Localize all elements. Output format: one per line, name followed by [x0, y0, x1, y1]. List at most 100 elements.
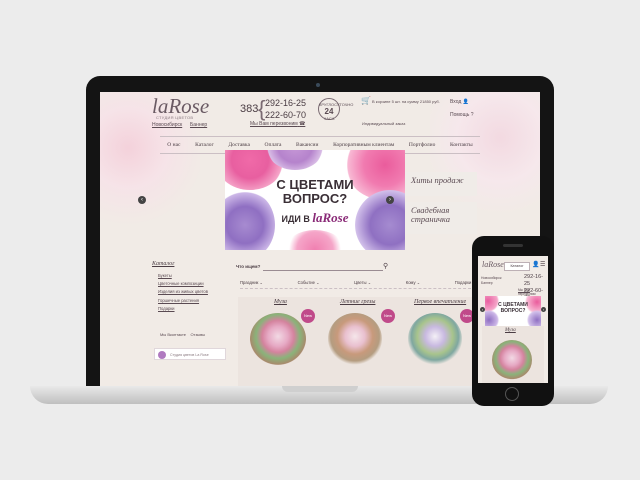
filter-label: Событие — [297, 280, 315, 285]
studio-avatar — [158, 351, 166, 359]
phone-2[interactable]: 222-60-70 — [265, 109, 306, 121]
personal-order-link[interactable]: Индивидуальный заказ — [362, 121, 405, 126]
mobile-call-label[interactable]: Баннер — [481, 281, 501, 286]
help-link[interactable]: Помощь ? — [450, 112, 473, 118]
help-label: Помощь — [450, 112, 470, 118]
chevron-down-icon: ⌄ — [258, 280, 264, 285]
filter-dropdown[interactable]: Событие ⌄ — [298, 280, 320, 285]
user-icon: 👤 — [462, 99, 469, 105]
banner-sub-text: ИДИ В — [281, 214, 310, 224]
mobile-banner[interactable]: С ЦВЕТАМИ ВОПРОС? — [485, 296, 541, 326]
catalog-item[interactable]: Изделия из живых цветов — [158, 288, 208, 296]
phone-code: 383 — [240, 103, 259, 115]
vk-link[interactable]: Мы Вконтакте — [160, 332, 186, 337]
catalog-item[interactable]: Подарки — [158, 305, 208, 313]
search-icon[interactable]: ⚲ — [383, 262, 388, 270]
nav-item[interactable]: Корпоративным клиентам — [333, 142, 394, 148]
bouquet-image-1[interactable] — [250, 313, 306, 365]
filter-label: Цветы — [354, 280, 367, 285]
filter-label: Подарки — [454, 280, 472, 285]
product-grid: Муза Летние грезы Первое впечатление New… — [238, 297, 478, 386]
nav-item[interactable]: Портфолио — [409, 142, 435, 148]
search-label: Что ищем? — [236, 264, 261, 269]
mobile-user-icon[interactable]: 👤 — [532, 261, 539, 268]
catalog-heading[interactable]: Каталог — [152, 261, 174, 267]
nav-item[interactable]: Оплата — [265, 142, 282, 148]
laptop-notch — [282, 386, 358, 392]
cart-summary[interactable]: В корзине 5 шт. на сумму 21850 руб. — [372, 99, 462, 104]
flower-decoration — [285, 230, 345, 250]
new-badge-1: New — [301, 309, 315, 323]
phone-1[interactable]: 292-16-25 — [265, 97, 306, 109]
catalog-list: Букеты Цветочные композиции Изделия из жив… — [158, 272, 208, 313]
mobile-catalog-button[interactable]: Каталог — [504, 262, 530, 271]
search-input[interactable] — [263, 270, 383, 271]
catalog-item[interactable]: Цветочные композиции — [158, 280, 208, 288]
chevron-down-icon: ⌄ — [366, 280, 372, 285]
bouquet-image-2[interactable] — [328, 313, 382, 365]
banner-title-line-2: ВОПРОС? — [282, 191, 348, 206]
hours-number: 24 — [324, 107, 334, 116]
banner-next-arrow[interactable]: › — [386, 196, 394, 204]
city-selector[interactable]: Новосибирск — [152, 122, 182, 128]
reviews-link[interactable]: Отзывы — [191, 332, 206, 337]
question-icon: ? — [470, 112, 474, 118]
banner-prev-arrow[interactable]: ‹ — [138, 196, 146, 204]
login-link[interactable]: Вход 👤 — [450, 99, 469, 105]
nav-item[interactable]: Контакты — [450, 142, 473, 148]
banner-title: С ЦВЕТАМИ ВОПРОС? — [259, 178, 371, 206]
nav-item[interactable]: Доставка — [228, 142, 250, 148]
mobile-logo[interactable]: laRose — [482, 260, 504, 269]
filter-dropdown[interactable]: Цветы ⌄ — [354, 280, 371, 285]
filter-bar: Праздник ⌄ Событие ⌄ Цветы ⌄ Кому ⌄ Подарки … — [240, 280, 476, 289]
product-name-3[interactable]: Первое впечатление — [414, 299, 466, 305]
callback-link[interactable]: Мы Вам перезвоним ☎ — [250, 121, 305, 127]
catalog-item[interactable]: Горшечные растения — [158, 297, 208, 305]
mobile-banner-prev[interactable]: ‹ — [480, 307, 485, 312]
product-name-2[interactable]: Летние грезы — [340, 299, 375, 305]
filter-dropdown[interactable]: Кому ⌄ — [406, 280, 420, 285]
product-name-1[interactable]: Муза — [274, 299, 287, 305]
hours-badge: КРУГЛОСУТОЧНО 24 ЧАСА — [318, 98, 353, 121]
side-card-hits[interactable]: Хиты продаж — [405, 172, 477, 196]
camera — [316, 83, 320, 87]
catalog-item[interactable]: Букеты — [158, 272, 208, 280]
phone-speaker — [503, 244, 523, 247]
logo-subtitle: СТУДИЯ ЦВЕТОВ — [156, 115, 194, 120]
mobile-phone-1[interactable]: 292-16-25 — [524, 274, 548, 288]
promo-banner[interactable]: С ЦВЕТАМИ ВОПРОС? ИДИ В laRose — [225, 150, 405, 250]
nav-item[interactable]: Вакансии — [296, 142, 318, 148]
banner-subtitle: ИДИ В laRose — [270, 210, 360, 226]
callback-label: Мы Вам перезвоним — [250, 121, 298, 127]
filter-label: Праздник — [240, 280, 259, 285]
mobile-product-area — [482, 326, 544, 383]
studio-label: Студия цветов La Rose — [170, 353, 209, 357]
filter-dropdown[interactable]: Праздник ⌄ — [240, 280, 263, 285]
call-link[interactable]: Баннер — [190, 122, 207, 128]
phone-icon: ☎ — [299, 121, 306, 127]
mobile-banner-title: С ЦВЕТАМИ ВОПРОС? — [493, 302, 533, 314]
mobile-bouquet-image[interactable] — [492, 340, 532, 380]
mobile-city: Новосибирск Баннер — [481, 276, 501, 286]
hours-bottom: ЧАСА — [323, 116, 335, 121]
mobile-banner-title-2: ВОПРОС? — [500, 307, 526, 314]
phone-numbers: 292-16-25 222-60-70 — [265, 97, 306, 121]
mobile-menu-icon[interactable]: ☰ — [540, 261, 545, 268]
chevron-down-icon: ⌄ — [314, 280, 320, 285]
filter-label: Кому — [405, 280, 416, 285]
mobile-callback[interactable]: Мы Вам перезвоним — [518, 288, 548, 296]
cart-icon[interactable]: 🛒 — [361, 96, 371, 105]
side-card-wedding[interactable]: Свадебная страничка — [405, 202, 477, 234]
bouquet-image-3[interactable] — [408, 313, 462, 365]
nav-item[interactable]: О нас — [167, 142, 180, 148]
mobile-banner-next[interactable]: › — [541, 307, 546, 312]
mobile-product-name[interactable]: Муза — [505, 328, 516, 333]
banner-title-line-1: С ЦВЕТАМИ — [276, 177, 354, 192]
banner-logo: laRose — [312, 210, 349, 225]
login-label: Вход — [450, 99, 462, 105]
studio-widget[interactable]: Студия цветов La Rose — [154, 348, 226, 360]
nav-item[interactable]: Каталог — [195, 142, 214, 148]
phone-home-button[interactable] — [505, 387, 519, 401]
side-links: Мы Вконтакте Отзывы — [160, 332, 205, 337]
new-badge-2: New — [381, 309, 395, 323]
